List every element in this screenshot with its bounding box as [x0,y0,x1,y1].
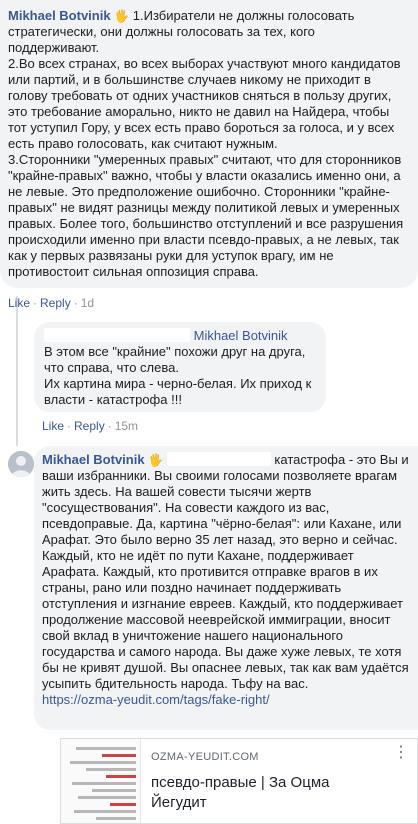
comment-paragraph-3: 3.Сторонники "умеренных правых" считают,… [8,152,404,279]
reply-line-1: В этом все "крайние" похожи друг на друг… [44,344,306,375]
reply-actions: Like · Reply · 15m [42,419,139,433]
redacted-name [166,452,271,466]
like-button[interactable]: Like [42,419,64,433]
reply-button[interactable]: Reply [74,419,105,433]
avatar[interactable] [8,451,34,477]
comment-time[interactable]: 1d [81,296,94,310]
like-button[interactable]: Like [8,296,30,310]
reply-text: Mikhael Botvinik 🖐 катастрофа - это Вы и… [42,452,410,708]
hand-icon: 🖐 [114,9,130,23]
comment-text: Mikhael Botvinik 🖐 1.Избиратели не должн… [8,8,408,280]
reply-button[interactable]: Reply [40,296,71,310]
preview-domain: OZMA-YEUDIT.COM [151,751,259,763]
reply-url-link[interactable]: https://ozma-yeudit.com/tags/fake-right/ [42,692,270,707]
reply-quote: катастрофа - [274,452,354,467]
comment-author[interactable]: Mikhael Botvinik [8,8,111,23]
reply-bubble: Mikhael Botvinik 🖐 катастрофа - это Вы и… [34,446,418,730]
thread-line [16,296,18,446]
hand-icon: 🖐 [148,453,164,467]
reply-line-2: Их картина мира - черно-белая. Их приход… [44,376,312,407]
comment-bubble: Mikhael Botvinik 🖐 1.Избиратели не должн… [0,0,418,288]
more-options-icon[interactable]: ⋮ [393,742,409,762]
link-preview-card[interactable]: OZMA-YEUDIT.COM псевдо-правые | За Оцма … [60,738,418,824]
preview-thumbnail [61,739,141,823]
mention-link[interactable]: Mikhael Botvinik [194,328,288,343]
reply-text: Mikhael Botvinik В этом все "крайние" по… [44,328,316,408]
comment-actions: Like · Reply · 1d [8,296,95,310]
reply-time[interactable]: 15m [115,419,138,433]
reply-author[interactable]: Mikhael Botvinik [42,452,145,467]
comment-paragraph-2: 2.Во всех странах, во всех выборах участ… [8,56,401,151]
preview-title[interactable]: псевдо-правые | За Оцма Йегудит [151,773,381,813]
reply-bubble: Mikhael Botvinik В этом все "крайние" по… [34,322,326,412]
redacted-name [44,328,190,342]
reply-body: это Вы и ваши избранники. Вы своими голо… [42,452,409,691]
